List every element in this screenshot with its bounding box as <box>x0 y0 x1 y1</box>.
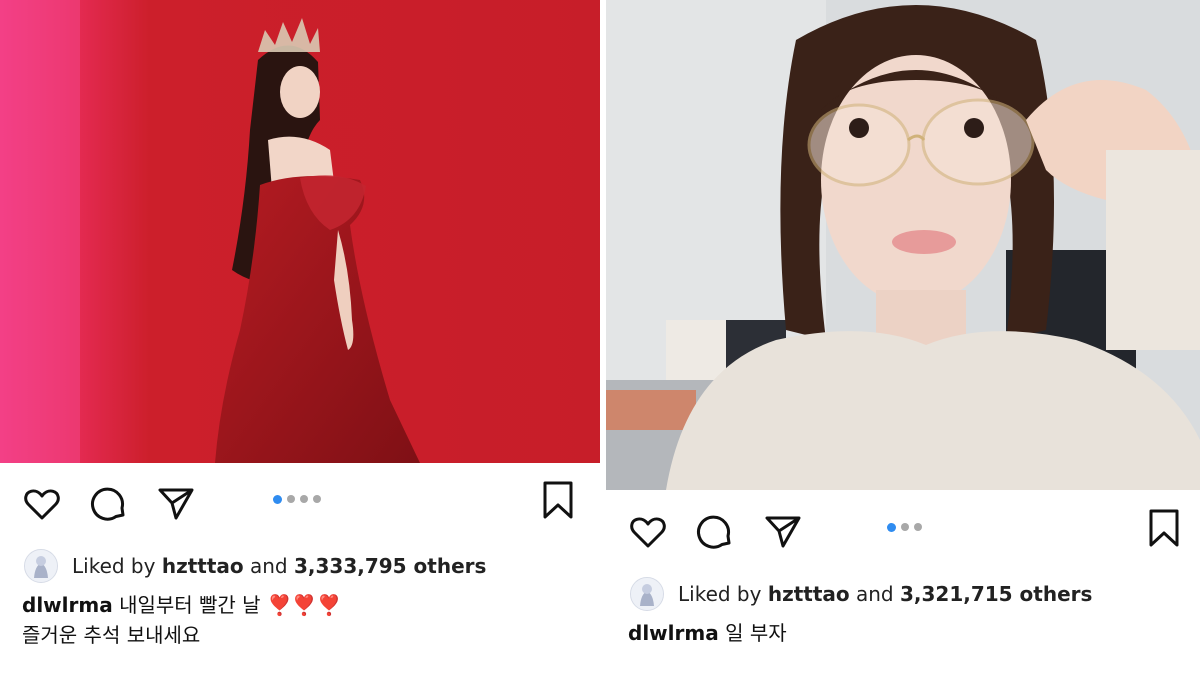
caption: dlwlrma 일 부자 <box>628 618 1188 648</box>
likes-text: Liked by hztttao and 3,333,795 others <box>72 554 487 578</box>
carousel-dot <box>287 495 295 503</box>
avatar[interactable] <box>630 577 664 611</box>
caption-text: 내일부터 빨간 날 <box>119 593 261 617</box>
liked-by-user[interactable]: hztttao <box>162 554 244 578</box>
post-photo[interactable] <box>606 0 1200 490</box>
post-left: Liked by hztttao and 3,333,795 others dl… <box>0 0 600 675</box>
carousel-dot <box>914 523 922 531</box>
likes-text: Liked by hztttao and 3,321,715 others <box>678 582 1093 606</box>
carousel-dot <box>313 495 321 503</box>
carousel-dot <box>901 523 909 531</box>
carousel-indicator <box>273 494 321 504</box>
caption-text-line2: 즐거운 추석 보내세요 <box>22 623 201 647</box>
action-bar <box>0 478 600 528</box>
post-right: Liked by hztttao and 3,321,715 others dl… <box>606 0 1200 675</box>
carousel-dot <box>273 494 282 504</box>
comment-icon[interactable] <box>89 484 129 524</box>
bookmark-icon[interactable] <box>1144 508 1184 548</box>
comment-icon[interactable] <box>695 512 735 552</box>
others-count[interactable]: 3,333,795 others <box>294 554 486 578</box>
heart-icon[interactable] <box>628 512 668 552</box>
caption-username[interactable]: dlwlrma <box>22 593 113 617</box>
share-icon[interactable] <box>156 484 196 524</box>
caption: dlwlrma 내일부터 빨간 날 ❣️❣️❣️ 즐거운 추석 보내세요 <box>22 590 582 650</box>
action-bar <box>606 506 1200 556</box>
carousel-dot <box>300 495 308 503</box>
caption-text: 일 부자 <box>725 621 787 645</box>
caption-username[interactable]: dlwlrma <box>628 621 719 645</box>
carousel-dot <box>887 522 896 532</box>
bookmark-icon[interactable] <box>538 480 578 520</box>
avatar[interactable] <box>24 549 58 583</box>
likes-row: Liked by hztttao and 3,321,715 others <box>630 577 1093 611</box>
carousel-indicator <box>887 522 922 532</box>
others-count[interactable]: 3,321,715 others <box>900 582 1092 606</box>
likes-row: Liked by hztttao and 3,333,795 others <box>24 549 487 583</box>
caption-emoji: ❣️❣️❣️ <box>266 593 342 617</box>
share-icon[interactable] <box>763 512 803 552</box>
liked-by-user[interactable]: hztttao <box>768 582 850 606</box>
post-photo[interactable] <box>0 0 600 463</box>
heart-icon[interactable] <box>22 484 62 524</box>
